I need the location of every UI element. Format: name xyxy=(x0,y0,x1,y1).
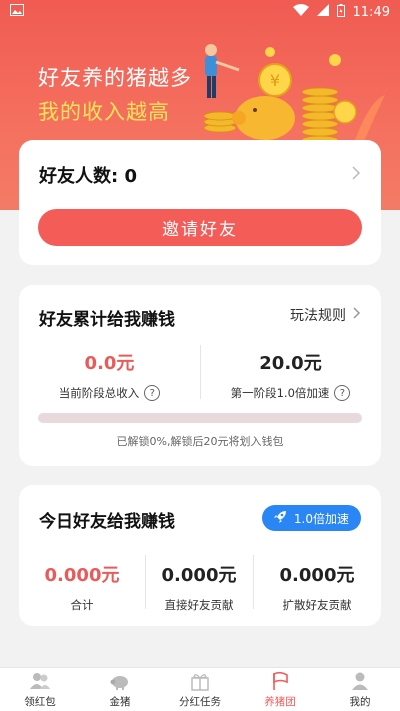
people-icon xyxy=(30,672,50,689)
rules-link[interactable]: 玩法规则 xyxy=(290,305,361,325)
help-icon[interactable]: ? xyxy=(144,385,161,401)
direct-friends-stat: 0.000元 直接好友贡献 xyxy=(145,561,253,613)
user-icon xyxy=(352,672,368,690)
piggy-bank-coins-illustration: ¥ xyxy=(203,44,385,145)
tab-dividend-tasks[interactable]: 分红任务 xyxy=(160,668,240,711)
current-income-stat: 0.0元 当前阶段总收入 ? xyxy=(19,349,200,401)
current-income-label: 当前阶段总收入 xyxy=(58,386,140,400)
hero-subheadline: 我的收入越高 xyxy=(38,100,170,124)
stage-target-label: 第一阶段1.0倍加速 xyxy=(230,386,330,400)
today-total-stat: 0.000元 合计 xyxy=(19,561,145,613)
help-icon[interactable]: ? xyxy=(334,385,351,401)
tab-gold-pig[interactable]: 金猪 xyxy=(80,668,160,711)
tab-red-packet[interactable]: 领红包 xyxy=(0,668,80,711)
spread-friends-value: 0.000元 xyxy=(279,565,355,586)
spread-friends-stat: 0.000元 扩散好友贡献 xyxy=(253,561,381,613)
signal-icon xyxy=(316,4,329,20)
friends-card: 好友人数: 0 邀请好友 xyxy=(19,140,381,265)
tab-label: 养猪团 xyxy=(264,695,296,708)
stage-target-value: 20.0元 xyxy=(259,353,322,374)
today-earnings-card: 今日好友给我赚钱 1.0倍加速 0.000元 合计 0.000元 直接好友贡献 … xyxy=(19,485,381,626)
cumulative-earnings-title: 好友累计给我赚钱 xyxy=(39,310,175,330)
direct-friends-value: 0.000元 xyxy=(161,565,237,586)
stage-target-stat: 20.0元 第一阶段1.0倍加速 ? xyxy=(200,349,381,401)
friends-count-row[interactable]: 好友人数: 0 xyxy=(39,162,361,188)
gift-icon xyxy=(191,673,209,691)
rules-link-label: 玩法规则 xyxy=(290,308,346,324)
tab-label: 金猪 xyxy=(109,695,131,708)
today-total-label: 合计 xyxy=(70,598,94,612)
svg-text:¥: ¥ xyxy=(270,71,280,90)
image-notification-icon xyxy=(10,4,24,20)
current-income-value: 0.0元 xyxy=(84,353,135,374)
spread-friends-label: 扩散好友贡献 xyxy=(282,598,352,612)
tab-mine[interactable]: 我的 xyxy=(320,668,400,711)
boost-badge[interactable]: 1.0倍加速 xyxy=(261,505,361,531)
boost-badge-label: 1.0倍加速 xyxy=(293,511,349,526)
friends-count-label: 好友人数: 0 xyxy=(39,166,137,187)
tab-label: 分红任务 xyxy=(179,695,221,708)
tab-label: 领红包 xyxy=(24,695,56,708)
direct-friends-label: 直接好友贡献 xyxy=(164,598,234,612)
status-bar: 11:49 xyxy=(0,0,400,24)
chevron-right-icon xyxy=(351,165,361,186)
tab-label: 我的 xyxy=(349,695,371,708)
wifi-icon xyxy=(292,4,309,20)
tab-pig-team[interactable]: 养猪团 xyxy=(240,668,320,711)
cumulative-earnings-card: 好友累计给我赚钱 玩法规则 0.0元 当前阶段总收入 ? 20.0元 第一阶段1… xyxy=(19,285,381,466)
unlock-progress-bar xyxy=(38,413,362,423)
hero-headline: 好友养的猪越多 xyxy=(38,66,192,90)
invite-friends-button[interactable]: 邀请好友 xyxy=(38,209,362,246)
today-total-value: 0.000元 xyxy=(44,565,120,586)
clock: 11:49 xyxy=(352,4,390,20)
bottom-tab-bar: 领红包 金猪 分红任务 养猪团 我的 xyxy=(0,667,400,711)
pig-icon xyxy=(110,675,128,690)
today-earnings-title: 今日好友给我赚钱 xyxy=(39,512,175,532)
unlock-note: 已解锁0%,解锁后20元将划入钱包 xyxy=(116,435,284,448)
chevron-right-icon xyxy=(352,306,361,324)
rocket-icon xyxy=(272,509,288,528)
flag-icon xyxy=(273,671,288,690)
battery-icon xyxy=(336,3,345,21)
